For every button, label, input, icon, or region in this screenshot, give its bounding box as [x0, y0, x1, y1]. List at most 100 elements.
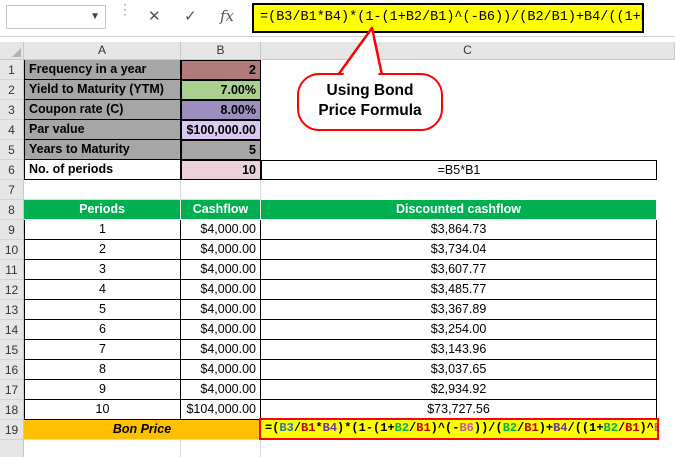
table-cell-discounted[interactable]: $3,864.73 — [261, 220, 657, 240]
row-header-12[interactable]: 12 — [0, 280, 24, 300]
table-cell-period[interactable]: 6 — [24, 320, 181, 340]
table-cell-period[interactable]: 7 — [24, 340, 181, 360]
table-cell-discounted[interactable]: $3,734.04 — [261, 240, 657, 260]
row-header-7[interactable]: 7 — [0, 180, 24, 200]
cell-b20[interactable] — [181, 440, 261, 457]
cell-a20[interactable] — [24, 440, 181, 457]
formula-input[interactable]: =(B3/B1*B4)*(1-(1+B2/B1)^(-B6))/(B2/B1)+… — [252, 3, 644, 33]
row-header-20[interactable] — [0, 440, 24, 457]
table-cell-cashflow[interactable]: $4,000.00 — [181, 220, 261, 240]
formula-token: )*(1-(1+ — [337, 421, 395, 435]
row-header-10[interactable]: 10 — [0, 240, 24, 260]
row-header-11[interactable]: 11 — [0, 260, 24, 280]
row-header-1[interactable]: 1 — [0, 60, 24, 80]
table-cell-period[interactable]: 4 — [24, 280, 181, 300]
table-cell-discounted[interactable]: $3,143.96 — [261, 340, 657, 360]
formula-token: ))/( — [473, 421, 503, 435]
table-header-periods[interactable]: Periods — [24, 200, 181, 220]
input-label-periods[interactable]: No. of periods — [24, 160, 181, 180]
table-cell-period[interactable]: 1 — [24, 220, 181, 240]
table-cell-cashflow[interactable]: $4,000.00 — [181, 320, 261, 340]
table-cell-cashflow[interactable]: $104,000.00 — [181, 400, 261, 420]
formula-token: B1 — [416, 421, 431, 435]
cell-c6-formula[interactable]: =B5*B1 — [261, 160, 657, 180]
cancel-icon[interactable]: ✕ — [148, 7, 161, 25]
row-header-6[interactable]: 6 — [0, 160, 24, 180]
name-box[interactable]: ▼ — [6, 5, 106, 29]
table-cell-discounted[interactable]: $3,367.89 — [261, 300, 657, 320]
formula-token: B1 — [625, 421, 640, 435]
input-label-ytm[interactable]: Yield to Maturity (YTM) — [24, 80, 181, 100]
row-header-15[interactable]: 15 — [0, 340, 24, 360]
enter-icon[interactable]: ✓ — [184, 7, 197, 25]
table-cell-cashflow[interactable]: $4,000.00 — [181, 260, 261, 280]
formula-token: / — [293, 421, 302, 435]
column-header-c[interactable]: C — [261, 42, 675, 60]
formula-token: B2 — [394, 421, 410, 435]
row-header-16[interactable]: 16 — [0, 360, 24, 380]
select-all-corner[interactable] — [0, 42, 24, 60]
row-header-18[interactable]: 18 — [0, 400, 24, 420]
input-label-coupon[interactable]: Coupon rate (C) — [24, 100, 181, 120]
input-value-coupon[interactable]: 8.00% — [181, 100, 261, 120]
input-label-frequency[interactable]: Frequency in a year — [24, 60, 181, 80]
table-cell-cashflow[interactable]: $4,000.00 — [181, 300, 261, 320]
row-header-13[interactable]: 13 — [0, 300, 24, 320]
table-cell-period[interactable]: 10 — [24, 400, 181, 420]
formula-token: B6 — [654, 421, 657, 435]
formula-token: B1 — [301, 421, 316, 435]
table-cell-cashflow[interactable]: $4,000.00 — [181, 240, 261, 260]
table-cell-discounted[interactable]: $3,037.65 — [261, 360, 657, 380]
table-header-cashflow[interactable]: Cashflow — [181, 200, 261, 220]
column-header-b[interactable]: B — [181, 42, 261, 60]
name-box-dropdown-icon[interactable]: ▼ — [90, 11, 100, 22]
input-value-frequency[interactable]: 2 — [181, 60, 261, 80]
row-header-19[interactable]: 19 — [0, 420, 24, 440]
formula-token: B3 — [279, 421, 294, 435]
column-header-a[interactable]: A — [24, 42, 181, 60]
table-cell-discounted[interactable]: $3,485.77 — [261, 280, 657, 300]
input-label-years[interactable]: Years to Maturity — [24, 140, 181, 160]
formula-token: /((1+ — [567, 421, 604, 435]
cell-b7[interactable] — [181, 180, 261, 200]
bond-price-formula-cell[interactable]: =(B3/B1*B4)*(1-(1+B2/B1)^(-B6))/(B2/B1)+… — [259, 418, 659, 440]
table-cell-discounted[interactable]: $3,607.77 — [261, 260, 657, 280]
table-cell-cashflow[interactable]: $4,000.00 — [181, 340, 261, 360]
table-cell-discounted[interactable]: $3,254.00 — [261, 320, 657, 340]
table-cell-period[interactable]: 5 — [24, 300, 181, 320]
cell-a7[interactable] — [24, 180, 181, 200]
table-cell-period[interactable]: 3 — [24, 260, 181, 280]
input-value-ytm[interactable]: 7.00% — [181, 80, 261, 100]
row-header-5[interactable]: 5 — [0, 140, 24, 160]
input-value-years[interactable]: 5 — [181, 140, 261, 160]
row-header-3[interactable]: 3 — [0, 100, 24, 120]
callout-line-2: Price Formula — [318, 102, 422, 119]
callout-line-1: Using Bond — [326, 82, 414, 99]
table-cell-cashflow[interactable]: $4,000.00 — [181, 380, 261, 400]
formula-token: B4 — [553, 421, 568, 435]
input-value-periods[interactable]: 10 — [181, 160, 261, 180]
table-cell-cashflow[interactable]: $4,000.00 — [181, 280, 261, 300]
row-header-2[interactable]: 2 — [0, 80, 24, 100]
row-header-4[interactable]: 4 — [0, 120, 24, 140]
insert-function-icon[interactable]: fx — [220, 7, 234, 25]
formula-token: =( — [265, 421, 280, 435]
table-header-discounted[interactable]: Discounted cashflow — [261, 200, 657, 220]
table-cell-cashflow[interactable]: $4,000.00 — [181, 360, 261, 380]
formula-bar-splitter[interactable]: ⋮ — [118, 2, 132, 28]
row-header-14[interactable]: 14 — [0, 320, 24, 340]
table-cell-period[interactable]: 2 — [24, 240, 181, 260]
row-header-9[interactable]: 9 — [0, 220, 24, 240]
table-cell-discounted[interactable]: $73,727.56 — [261, 400, 657, 420]
bond-price-label[interactable]: Bon Price — [24, 420, 261, 440]
formula-token: B2 — [603, 421, 618, 435]
formula-token: )^ — [639, 421, 654, 435]
table-cell-period[interactable]: 8 — [24, 360, 181, 380]
row-header-8[interactable]: 8 — [0, 200, 24, 220]
table-cell-discounted[interactable]: $2,934.92 — [261, 380, 657, 400]
row-header-17[interactable]: 17 — [0, 380, 24, 400]
input-value-par[interactable]: $100,000.00 — [181, 120, 261, 140]
formula-token: )^(- — [430, 421, 460, 435]
input-label-par[interactable]: Par value — [24, 120, 181, 140]
table-cell-period[interactable]: 9 — [24, 380, 181, 400]
